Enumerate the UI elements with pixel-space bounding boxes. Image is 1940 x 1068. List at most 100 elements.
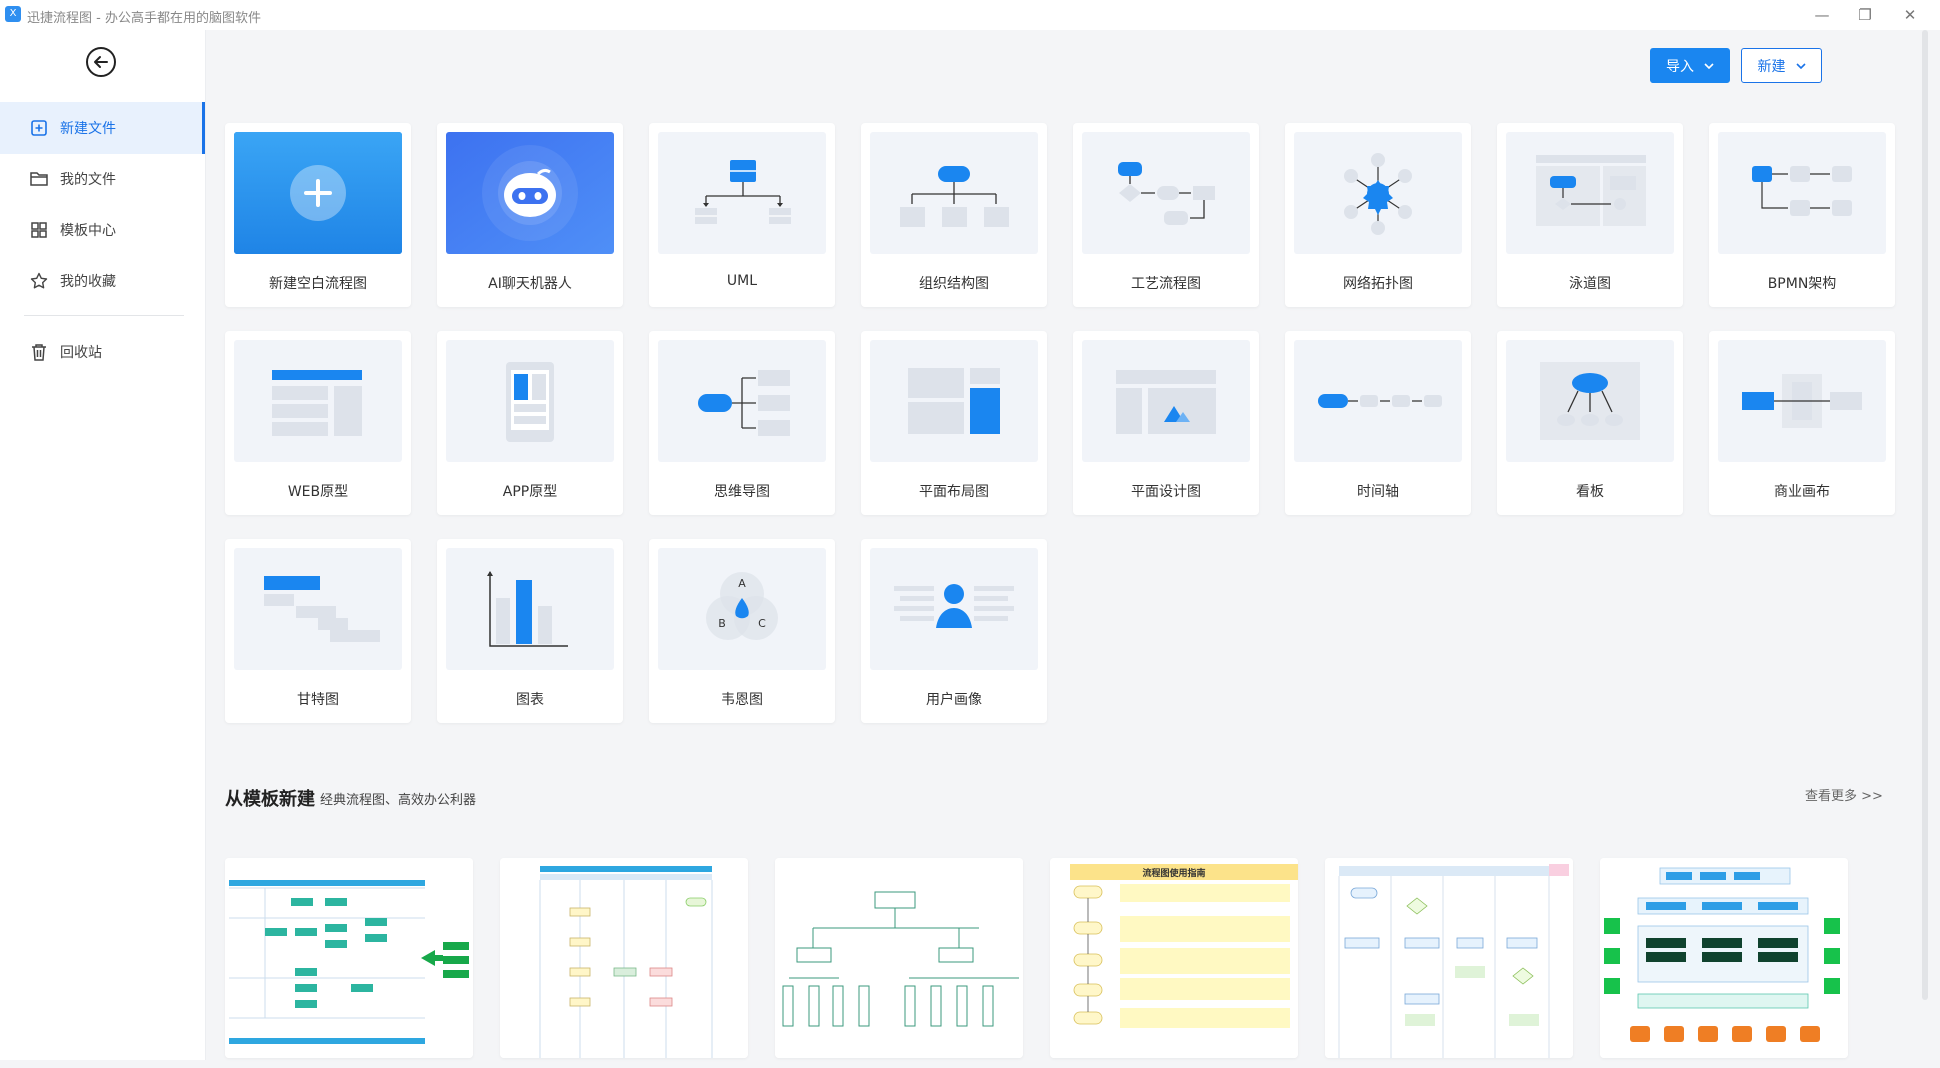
template-thumbnail-4[interactable]: 流程图使用指南 — [1050, 858, 1298, 1058]
card-web-prototype[interactable]: WEB原型 — [225, 331, 411, 515]
template-thumbnail-3[interactable] — [775, 858, 1023, 1058]
card-process-flow[interactable]: 工艺流程图 — [1073, 123, 1259, 307]
card-thumbnail — [1718, 340, 1886, 462]
floor-layout-icon — [908, 368, 1000, 434]
add-file-icon — [29, 118, 49, 138]
card-label: UML — [726, 273, 758, 289]
card-kanban[interactable]: 看板 — [1497, 331, 1683, 515]
card-venn[interactable]: A B C 韦恩图 — [649, 539, 835, 723]
card-business-canvas[interactable]: 商业画布 — [1709, 331, 1895, 515]
see-more-link[interactable]: 查看更多 >> — [1805, 785, 1883, 804]
import-button[interactable]: 导入 — [1650, 48, 1730, 83]
back-button[interactable] — [86, 47, 116, 77]
card-label: 思维导图 — [714, 484, 770, 500]
card-label: WEB原型 — [287, 484, 349, 500]
card-label: BPMN架构 — [1767, 276, 1837, 292]
chevron-down-icon — [1795, 62, 1806, 69]
vertical-scrollbar[interactable] — [1922, 30, 1928, 1000]
template-thumbnail-5[interactable] — [1325, 858, 1573, 1058]
template-thumbnail-1[interactable] — [225, 858, 473, 1058]
card-label: 用户画像 — [926, 692, 982, 708]
template-preview — [1600, 858, 1848, 1058]
card-thumbnail — [446, 132, 614, 254]
sidebar-item-favorites[interactable]: 我的收藏 — [0, 255, 205, 307]
chevron-down-icon — [1704, 62, 1714, 69]
graphic-design-icon — [1116, 370, 1216, 434]
sidebar-item-recycle-bin[interactable]: 回收站 — [0, 326, 205, 378]
template-thumb-title: 流程图使用指南 — [1142, 867, 1205, 879]
app-logo-icon: X — [5, 6, 21, 22]
card-timeline[interactable]: 时间轴 — [1285, 331, 1471, 515]
venn-label-a: A — [738, 577, 746, 590]
card-thumbnail — [1506, 340, 1674, 462]
template-thumbnail-6[interactable] — [1600, 858, 1848, 1058]
plus-icon — [234, 132, 402, 254]
template-preview — [500, 858, 748, 1058]
card-label: 商业画布 — [1774, 484, 1830, 500]
venn-label-b: B — [718, 617, 726, 630]
card-label: 看板 — [1576, 484, 1604, 500]
card-floor-layout[interactable]: 平面布局图 — [861, 331, 1047, 515]
card-org-chart[interactable]: 组织结构图 — [861, 123, 1047, 307]
sidebar-item-template-center[interactable]: 模板中心 — [0, 204, 205, 256]
close-button[interactable]: ✕ — [1895, 3, 1925, 27]
card-label: 时间轴 — [1357, 484, 1399, 500]
new-label: 新建 — [1757, 58, 1786, 75]
card-swimlane[interactable]: 泳道图 — [1497, 123, 1683, 307]
card-app-prototype[interactable]: APP原型 — [437, 331, 623, 515]
kanban-icon — [1540, 362, 1640, 440]
arrow-left-icon — [94, 56, 108, 68]
card-label: 新建空白流程图 — [269, 276, 367, 292]
template-preview — [1325, 858, 1573, 1058]
card-label: 组织结构图 — [919, 276, 989, 292]
sidebar: 新建文件 我的文件 模板中心 我的收藏 回收站 — [0, 30, 206, 1060]
star-icon — [29, 271, 49, 291]
new-button[interactable]: 新建 — [1741, 48, 1822, 83]
venn-label-c: C — [758, 617, 766, 630]
sidebar-item-new-file[interactable]: 新建文件 — [0, 102, 205, 154]
card-chart[interactable]: 图表 — [437, 539, 623, 723]
sidebar-item-label: 我的文件 — [60, 172, 116, 188]
web-prototype-icon — [272, 370, 362, 436]
card-network-topology[interactable]: 网络拓扑图 — [1285, 123, 1471, 307]
trash-icon — [29, 342, 49, 362]
grid-icon — [29, 220, 49, 240]
card-thumbnail — [234, 548, 402, 670]
sidebar-item-label: 模板中心 — [60, 223, 116, 239]
card-graphic-design[interactable]: 平面设计图 — [1073, 331, 1259, 515]
card-label: 泳道图 — [1569, 276, 1611, 292]
card-label: 韦恩图 — [721, 692, 763, 708]
card-thumbnail — [870, 340, 1038, 462]
card-ai-chatbot[interactable]: AI聊天机器人 — [437, 123, 623, 307]
minimize-button[interactable]: — — [1807, 3, 1837, 27]
card-bpmn[interactable]: BPMN架构 — [1709, 123, 1895, 307]
template-thumbnail-2[interactable] — [500, 858, 748, 1058]
card-label: 甘特图 — [297, 692, 339, 708]
restore-button[interactable]: ❐ — [1850, 3, 1880, 27]
network-topology-icon — [1344, 153, 1412, 235]
template-preview — [775, 858, 1023, 1058]
card-gantt[interactable]: 甘特图 — [225, 539, 411, 723]
card-uml[interactable]: UML — [649, 123, 835, 307]
template-preview: 流程图使用指南 — [1050, 858, 1298, 1058]
folder-icon — [29, 169, 49, 189]
card-label: APP原型 — [502, 484, 558, 500]
card-label: 工艺流程图 — [1131, 276, 1201, 292]
card-new-blank-flowchart[interactable]: 新建空白流程图 — [225, 123, 411, 307]
swimlane-icon — [1536, 155, 1646, 226]
mind-map-icon — [698, 370, 790, 436]
card-thumbnail — [446, 340, 614, 462]
timeline-icon — [1318, 394, 1442, 408]
card-thumbnail — [870, 132, 1038, 254]
card-thumbnail — [1082, 132, 1250, 254]
card-label: 图表 — [516, 692, 544, 708]
uml-diagram-icon — [695, 160, 791, 224]
card-mind-map[interactable]: 思维导图 — [649, 331, 835, 515]
template-preview — [225, 858, 473, 1058]
card-user-persona[interactable]: 用户画像 — [861, 539, 1047, 723]
sidebar-item-my-files[interactable]: 我的文件 — [0, 153, 205, 205]
card-thumbnail — [870, 548, 1038, 670]
import-label: 导入 — [1666, 58, 1694, 75]
card-thumbnail: A B C — [658, 548, 826, 670]
robot-icon — [446, 132, 614, 254]
